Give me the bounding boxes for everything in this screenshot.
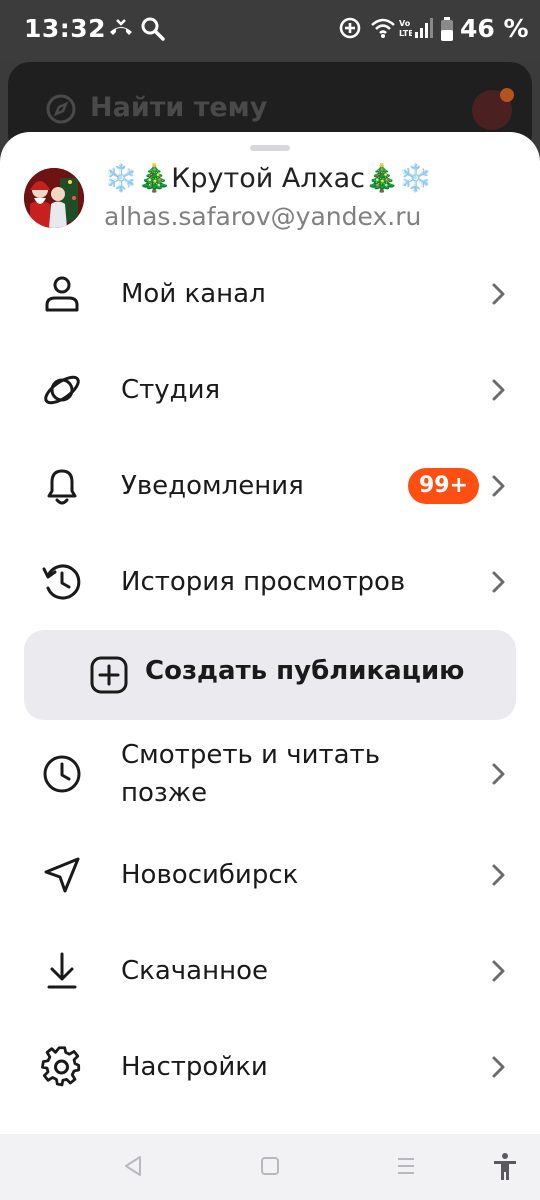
status-time: 13:32 bbox=[24, 14, 107, 43]
avatar bbox=[24, 168, 84, 228]
battery-icon bbox=[441, 17, 453, 41]
menu-item-location[interactable]: Новосибирск bbox=[0, 827, 540, 923]
menu-item-watch-later[interactable]: Смотреть и читать позже bbox=[0, 726, 540, 822]
wifi-icon bbox=[371, 18, 395, 38]
home-icon[interactable] bbox=[259, 1154, 281, 1178]
chevron-right-icon bbox=[492, 475, 505, 497]
menu-item-my-channel[interactable]: Мой канал bbox=[0, 246, 540, 342]
svg-text:LTE: LTE bbox=[399, 29, 412, 38]
chevron-right-icon bbox=[492, 864, 505, 886]
chevron-right-icon bbox=[492, 960, 505, 982]
account-menu-sheet: ❄️🎄Крутой Алхас🎄❄️ alhas.safarov@yandex.… bbox=[0, 132, 540, 1134]
menu-item-settings[interactable]: Настройки bbox=[0, 1019, 540, 1115]
person-icon bbox=[45, 276, 79, 312]
menu-item-downloads[interactable]: Скачанное bbox=[0, 923, 540, 1019]
menu-label: История просмотров bbox=[121, 567, 406, 597]
location-arrow-icon bbox=[44, 857, 80, 893]
menu-label-line2: позже bbox=[121, 778, 208, 808]
accessibility-icon[interactable] bbox=[492, 1152, 518, 1182]
menu-label: Новосибирск bbox=[121, 860, 299, 890]
status-bar: 13:32 Vo LTE 46 % bbox=[0, 0, 540, 62]
chevron-right-icon bbox=[492, 379, 505, 401]
search-icon bbox=[141, 17, 165, 41]
menu-item-notifications[interactable]: Уведомления 99+ bbox=[0, 438, 540, 534]
profile-email: alhas.safarov@yandex.ru bbox=[104, 202, 422, 231]
background-notification-dot bbox=[500, 88, 514, 102]
menu-item-history[interactable]: История просмотров bbox=[0, 534, 540, 630]
create-publication-button[interactable]: Создать публикацию bbox=[24, 630, 516, 720]
chevron-right-icon bbox=[492, 1056, 505, 1078]
profile-header[interactable]: ❄️🎄Крутой Алхас🎄❄️ alhas.safarov@yandex.… bbox=[24, 162, 516, 238]
notification-count-badge: 99+ bbox=[408, 468, 480, 504]
menu-label: Студия bbox=[121, 375, 221, 405]
menu-label: Смотреть и читать позже bbox=[121, 736, 380, 812]
studio-orbit-icon bbox=[44, 375, 80, 405]
download-icon bbox=[47, 952, 77, 989]
sheet-grabber[interactable] bbox=[250, 145, 290, 151]
background-search-placeholder: Найти тему bbox=[90, 92, 268, 123]
profile-name: ❄️🎄Крутой Алхас🎄❄️ bbox=[104, 163, 433, 194]
chevron-right-icon bbox=[492, 283, 505, 305]
signal-icon bbox=[415, 18, 433, 38]
clock-icon bbox=[43, 755, 81, 793]
gear-icon bbox=[41, 1046, 81, 1087]
battery-percent: 46 % bbox=[460, 14, 529, 43]
svg-text:Vo: Vo bbox=[399, 19, 411, 28]
menu-label-line1: Смотреть и читать bbox=[121, 740, 381, 770]
history-icon bbox=[42, 564, 81, 600]
chevron-right-icon bbox=[492, 571, 505, 593]
menu-item-studio[interactable]: Студия bbox=[0, 342, 540, 438]
recent-apps-icon[interactable] bbox=[395, 1154, 417, 1178]
back-icon[interactable] bbox=[122, 1154, 144, 1178]
data-saver-icon bbox=[339, 17, 361, 39]
volte-icon: Vo LTE bbox=[399, 19, 412, 38]
system-navigation-bar bbox=[0, 1134, 540, 1200]
compass-icon bbox=[46, 94, 76, 124]
chevron-right-icon bbox=[492, 763, 505, 785]
menu-label: Настройки bbox=[121, 1052, 268, 1082]
bell-icon bbox=[47, 469, 77, 505]
missed-call-icon bbox=[110, 19, 132, 35]
create-publication-label: Создать публикацию bbox=[145, 656, 465, 686]
menu-label: Скачанное bbox=[121, 956, 268, 986]
menu-label: Уведомления bbox=[121, 471, 304, 501]
plus-square-icon bbox=[90, 656, 128, 694]
menu-label: Мой канал bbox=[121, 279, 266, 309]
